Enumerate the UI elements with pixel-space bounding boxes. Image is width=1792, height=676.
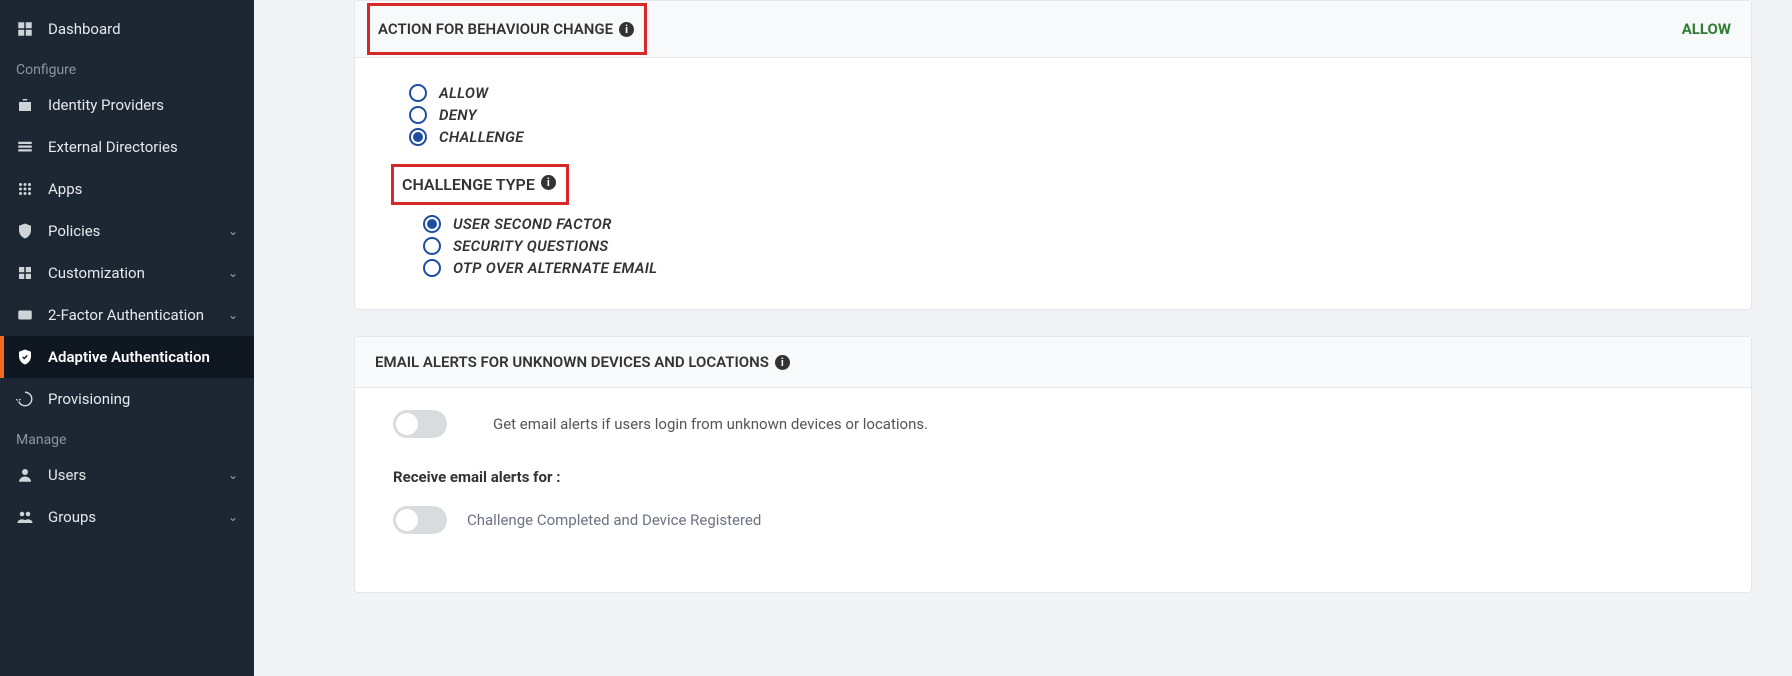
sidebar-item-label: Customization: [48, 264, 145, 282]
toggle-label: Challenge Completed and Device Registere…: [467, 511, 761, 529]
chevron-down-icon: ⌄: [228, 308, 238, 322]
radio-option-allow[interactable]: ALLOW: [409, 84, 1731, 102]
radio-label: USER SECOND FACTOR: [453, 215, 612, 233]
toggle-row-challenge-completed: Challenge Completed and Device Registere…: [375, 506, 1731, 534]
radio-option-challenge[interactable]: CHALLENGE: [409, 128, 1731, 146]
radio-group-challenge-type: USER SECOND FACTOR SECURITY QUESTIONS OT…: [375, 215, 1731, 277]
radio-option-security-questions[interactable]: SECURITY QUESTIONS: [423, 237, 1731, 255]
sidebar-item-label: External Directories: [48, 138, 178, 156]
grid-icon: [16, 180, 34, 198]
sidebar-section-configure: Configure: [0, 50, 254, 84]
panel-body-action: ALLOW DENY CHALLENGE CHALLENGE TYPE i: [355, 58, 1751, 309]
radio-option-deny[interactable]: DENY: [409, 106, 1731, 124]
sidebar-item-label: Identity Providers: [48, 96, 164, 114]
radio-option-otp-email[interactable]: OTP OVER ALTERNATE EMAIL: [423, 259, 1731, 277]
sub-title-challenge-type: CHALLENGE TYPE i: [391, 164, 569, 205]
toggle-label: Get email alerts if users login from unk…: [493, 415, 928, 433]
radio-label: CHALLENGE: [439, 128, 524, 146]
panel-action-behaviour: ACTION FOR BEHAVIOUR CHANGE i ALLOW ALLO…: [354, 0, 1752, 310]
chevron-down-icon: ⌄: [228, 468, 238, 482]
sidebar-item-apps[interactable]: Apps: [0, 168, 254, 210]
radio-circle-icon: [423, 259, 441, 277]
chevron-down-icon: ⌄: [228, 266, 238, 280]
panel-title-text: ACTION FOR BEHAVIOUR CHANGE: [378, 20, 613, 38]
radio-label: ALLOW: [439, 84, 488, 102]
chevron-down-icon: ⌄: [228, 224, 238, 238]
puzzle-icon: [16, 264, 34, 282]
sidebar-item-provisioning[interactable]: Provisioning: [0, 378, 254, 420]
panel-body-email-alerts: Get email alerts if users login from unk…: [355, 388, 1751, 592]
radio-circle-icon: [409, 106, 427, 124]
sidebar-item-users[interactable]: Users ⌄: [0, 454, 254, 496]
radio-group-action: ALLOW DENY CHALLENGE: [375, 84, 1731, 146]
sidebar-item-label: Policies: [48, 222, 100, 240]
toggle-row-unknown-alerts: Get email alerts if users login from unk…: [375, 410, 1731, 438]
sidebar-item-label: Users: [48, 466, 86, 484]
radio-circle-icon: [409, 84, 427, 102]
radio-label: SECURITY QUESTIONS: [453, 237, 609, 255]
radio-option-user-second-factor[interactable]: USER SECOND FACTOR: [423, 215, 1731, 233]
sidebar-item-label: Provisioning: [48, 390, 130, 408]
sidebar-item-label: Adaptive Authentication: [48, 348, 210, 366]
sidebar-item-dashboard[interactable]: Dashboard: [0, 8, 254, 50]
sidebar-item-identity-providers[interactable]: Identity Providers: [0, 84, 254, 126]
panel-header-action: ACTION FOR BEHAVIOUR CHANGE i ALLOW: [355, 1, 1751, 58]
sidebar-item-label: Groups: [48, 508, 96, 526]
shield-check-icon: [16, 348, 34, 366]
sidebar: Dashboard Configure Identity Providers E…: [0, 0, 254, 676]
panel-badge-allow: ALLOW: [1682, 20, 1731, 38]
info-icon[interactable]: i: [775, 355, 790, 370]
sidebar-item-label: Apps: [48, 180, 82, 198]
sync-icon: [16, 390, 34, 408]
sidebar-item-adaptive-auth[interactable]: Adaptive Authentication: [0, 336, 254, 378]
sidebar-item-external-directories[interactable]: External Directories: [0, 126, 254, 168]
briefcase-icon: [16, 96, 34, 114]
radio-circle-icon: [423, 237, 441, 255]
toggle-challenge-completed[interactable]: [393, 506, 447, 534]
sidebar-item-2fa[interactable]: 2-Factor Authentication ⌄: [0, 294, 254, 336]
sidebar-item-label: Dashboard: [48, 20, 121, 38]
sidebar-section-manage: Manage: [0, 420, 254, 454]
toggle-unknown-alerts[interactable]: [393, 410, 447, 438]
list-icon: [16, 138, 34, 156]
sub-heading-receive-alerts: Receive email alerts for :: [393, 468, 1731, 486]
sub-title-text: CHALLENGE TYPE: [402, 175, 535, 194]
info-icon[interactable]: i: [541, 175, 556, 190]
panel-title-text: EMAIL ALERTS FOR UNKNOWN DEVICES AND LOC…: [375, 353, 769, 371]
user-icon: [16, 466, 34, 484]
sidebar-item-policies[interactable]: Policies ⌄: [0, 210, 254, 252]
radio-label: DENY: [439, 106, 477, 124]
sidebar-item-customization[interactable]: Customization ⌄: [0, 252, 254, 294]
panel-title-email-alerts: EMAIL ALERTS FOR UNKNOWN DEVICES AND LOC…: [375, 353, 790, 371]
app-root: Dashboard Configure Identity Providers E…: [0, 0, 1792, 676]
info-icon[interactable]: i: [619, 22, 634, 37]
shield-icon: [16, 222, 34, 240]
panel-email-alerts: EMAIL ALERTS FOR UNKNOWN DEVICES AND LOC…: [354, 336, 1752, 593]
numbers-icon: [16, 306, 34, 324]
chevron-down-icon: ⌄: [228, 510, 238, 524]
radio-circle-icon: [409, 128, 427, 146]
radio-label: OTP OVER ALTERNATE EMAIL: [453, 259, 657, 277]
sidebar-item-groups[interactable]: Groups ⌄: [0, 496, 254, 538]
radio-circle-icon: [423, 215, 441, 233]
main-content: ACTION FOR BEHAVIOUR CHANGE i ALLOW ALLO…: [254, 0, 1792, 676]
panel-header-email-alerts: EMAIL ALERTS FOR UNKNOWN DEVICES AND LOC…: [355, 337, 1751, 388]
panel-title-action: ACTION FOR BEHAVIOUR CHANGE i: [367, 3, 647, 55]
users-icon: [16, 508, 34, 526]
dashboard-icon: [16, 20, 34, 38]
sidebar-item-label: 2-Factor Authentication: [48, 306, 204, 324]
